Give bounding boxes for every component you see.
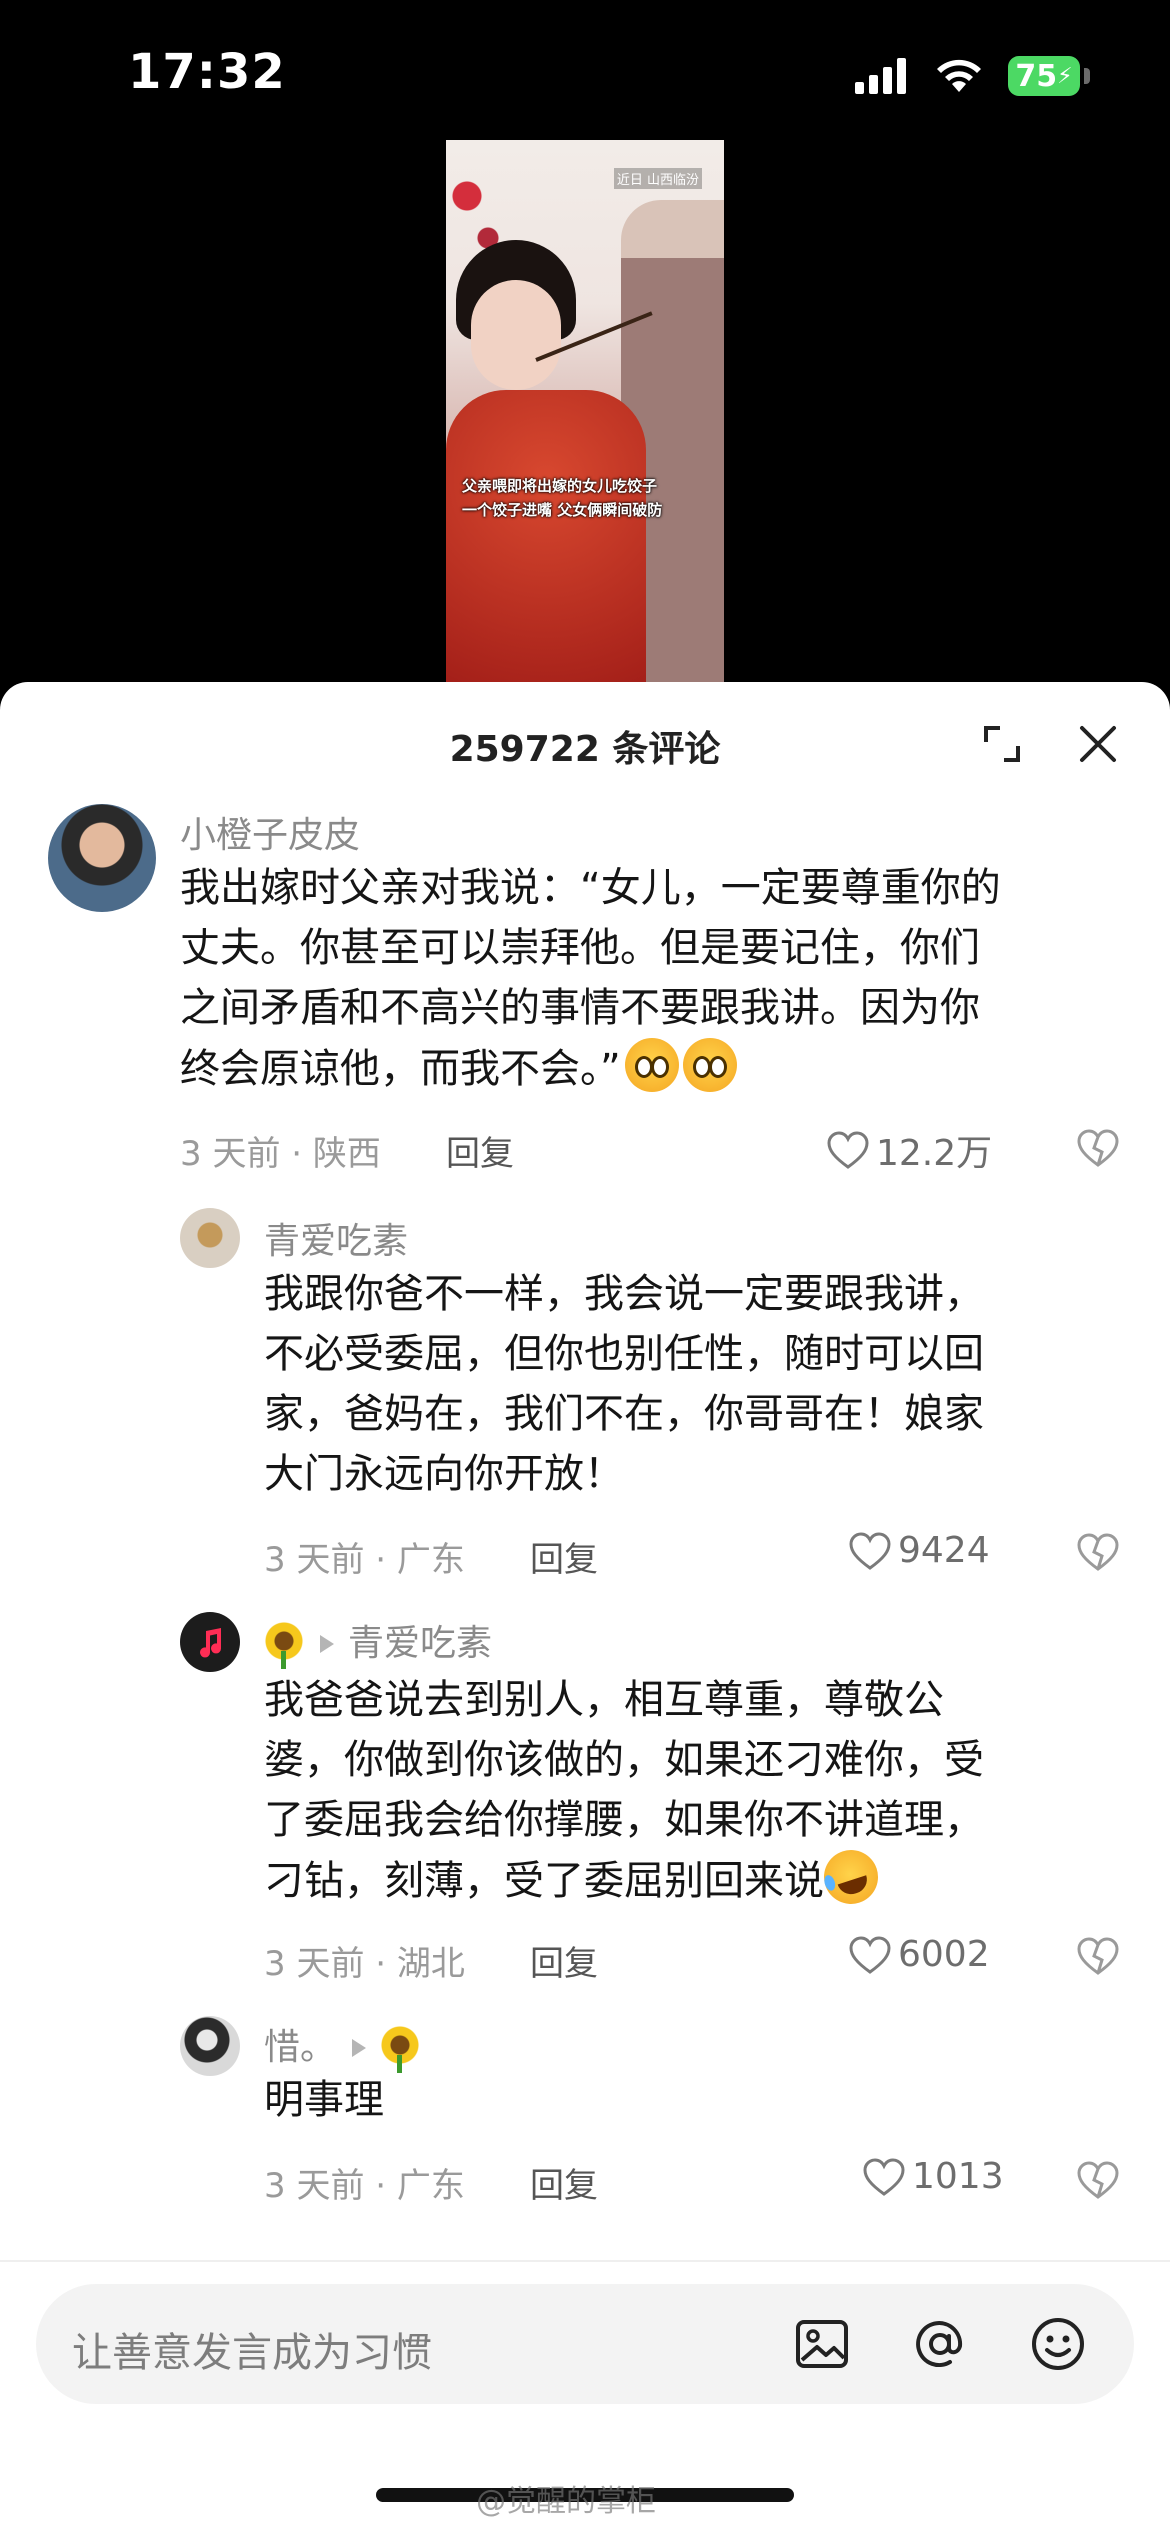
like-button[interactable]: 12.2万 — [826, 1124, 992, 1176]
avatar[interactable] — [180, 1612, 240, 1672]
dislike-icon[interactable] — [1076, 2158, 1120, 2202]
comment-line: 不必受委屈，但你也别任性，随时可以回 — [264, 1331, 984, 1377]
crying-emoji-icon — [682, 1038, 737, 1092]
comment-username[interactable]: 惜。 — [264, 2018, 421, 2073]
comment-meta: 3 天前 · 广东 — [264, 1540, 465, 1580]
comment-line-text: 终会原谅他，而我不会。” — [180, 1046, 621, 1092]
heart-icon — [849, 1935, 891, 1974]
expand-icon[interactable] — [980, 722, 1024, 766]
comment-meta: 3 天前 · 广东 — [264, 2166, 465, 2206]
avatar[interactable] — [48, 804, 156, 912]
mention-icon[interactable] — [910, 2314, 970, 2374]
video-person-bride-face — [471, 280, 561, 390]
emoji-icon[interactable] — [1028, 2314, 1088, 2374]
watermark: @觉醒的掌柜 — [476, 2484, 656, 2519]
sunflower-emoji-icon — [380, 2025, 421, 2073]
divider — [0, 2260, 1170, 2262]
reply-arrow-icon — [320, 1635, 334, 1653]
status-time: 17:32 — [128, 44, 286, 100]
comment-text: 我爸爸说去到别人，相互尊重，尊敬公 婆，你做到你该做的，如果还刁难你，受 了委屈… — [264, 1670, 984, 1912]
comment-line: 婆，你做到你该做的，如果还刁难你，受 — [264, 1737, 984, 1783]
reply-to-username: 青爱吃素 — [348, 1623, 493, 1664]
comment-text: 我跟你爸不一样，我会说一定要跟我讲， 不必受委屈，但你也别任性，随时可以回 家，… — [264, 1264, 984, 1504]
comment-line: 明事理 — [264, 2077, 384, 2123]
comment-username[interactable]: 青爱吃素 — [264, 1212, 408, 1264]
music-note-icon — [200, 1628, 222, 1658]
image-icon[interactable] — [792, 2314, 852, 2374]
like-count: 6002 — [898, 1934, 990, 1975]
comment-line: 我爸爸说去到别人，相互尊重，尊敬公 — [264, 1677, 944, 1723]
video-caption: 父亲喂即将出嫁的女儿吃饺子 一个饺子进嘴 父女俩瞬间破防 — [462, 474, 712, 522]
battery-tip — [1084, 68, 1090, 84]
like-button[interactable]: 1013 — [862, 2156, 1004, 2197]
video-player[interactable]: 近日 山西临汾 父亲喂即将出嫁的女儿吃饺子 一个饺子进嘴 父女俩瞬间破防 — [446, 140, 724, 685]
comment-meta: 3 天前 · 陕西 — [180, 1134, 381, 1174]
comment-line: 了委屈我会给你撑腰，如果你不讲道理， — [264, 1797, 984, 1843]
sunflower-emoji-icon — [264, 1621, 304, 1669]
avatar[interactable] — [180, 2016, 240, 2076]
like-count: 12.2万 — [876, 1133, 993, 1174]
comment-input-bar[interactable]: 让善意发言成为习惯 — [36, 2284, 1134, 2404]
comment-username[interactable]: 小橙子皮皮 — [180, 806, 360, 858]
dislike-icon[interactable] — [1076, 1530, 1120, 1574]
comment-line: 我跟你爸不一样，我会说一定要跟我讲， — [264, 1271, 984, 1317]
crying-emoji-icon — [624, 1038, 679, 1092]
heart-icon — [849, 1531, 891, 1570]
like-button[interactable]: 9424 — [848, 1530, 990, 1571]
reply-button[interactable]: 回复 — [446, 1126, 514, 1175]
video-caption-line-2: 一个饺子进嘴 父女俩瞬间破防 — [462, 501, 663, 519]
comment-text: 明事理 — [264, 2070, 384, 2130]
video-person-bride-dress — [446, 390, 646, 685]
comment-line: 之间矛盾和不高兴的事情不要跟我讲。因为你 — [180, 985, 980, 1031]
close-icon[interactable] — [1076, 722, 1120, 766]
comment-username[interactable]: 青爱吃素 — [264, 1614, 493, 1669]
heart-icon — [863, 2157, 905, 2196]
wifi-icon — [937, 59, 981, 92]
comment-line: 大门永远向你开放！ — [264, 1451, 624, 1497]
reply-button[interactable]: 回复 — [530, 1936, 598, 1985]
video-caption-line-1: 父亲喂即将出嫁的女儿吃饺子 — [462, 477, 658, 495]
comment-username-text: 惜。 — [264, 2027, 337, 2068]
battery-level: 75 — [1015, 58, 1058, 94]
dislike-icon[interactable] — [1076, 1126, 1120, 1170]
video-location-tag: 近日 山西临汾 — [613, 168, 702, 189]
like-count: 1013 — [912, 2156, 1004, 2197]
cellular-signal-icon — [855, 58, 906, 94]
comments-sheet: 259722 条评论 小橙子皮皮 我出嫁时父亲对我说：“女儿，一定要尊重你的 丈… — [0, 682, 1170, 2532]
dislike-icon[interactable] — [1076, 1934, 1120, 1978]
heart-icon — [827, 1131, 869, 1169]
comment-line: 家，爸妈在，我们不在，你哥哥在！娘家 — [264, 1391, 984, 1437]
comment-line: 丈夫。你甚至可以崇拜他。但是要记住，你们 — [180, 925, 980, 971]
comment-input[interactable]: 让善意发言成为习惯 — [72, 2320, 432, 2378]
comment-text: 我出嫁时父亲对我说：“女儿，一定要尊重你的 丈夫。你甚至可以崇拜他。但是要记住，… — [180, 858, 1001, 1099]
reply-button[interactable]: 回复 — [530, 2158, 598, 2207]
comment-line: 我出嫁时父亲对我说：“女儿，一定要尊重你的 — [180, 865, 1001, 911]
status-bar: 17:32 75 ⚡ — [0, 0, 1170, 150]
comment-line: 终会原谅他，而我不会。” — [180, 1038, 1001, 1099]
comment-line: 刁钻，刻薄，受了委屈别回来说 — [264, 1842, 984, 1912]
laughing-emoji-icon — [816, 1842, 886, 1912]
like-count: 9424 — [898, 1530, 990, 1571]
battery-indicator: 75 ⚡ — [1008, 56, 1080, 96]
avatar[interactable] — [180, 1208, 240, 1268]
reply-button[interactable]: 回复 — [530, 1532, 598, 1581]
comment-line-text: 刁钻，刻薄，受了委屈别回来说 — [264, 1858, 824, 1904]
comment-meta: 3 天前 · 湖北 — [264, 1944, 465, 1984]
reply-arrow-icon — [352, 2039, 367, 2057]
like-button[interactable]: 6002 — [848, 1934, 990, 1975]
